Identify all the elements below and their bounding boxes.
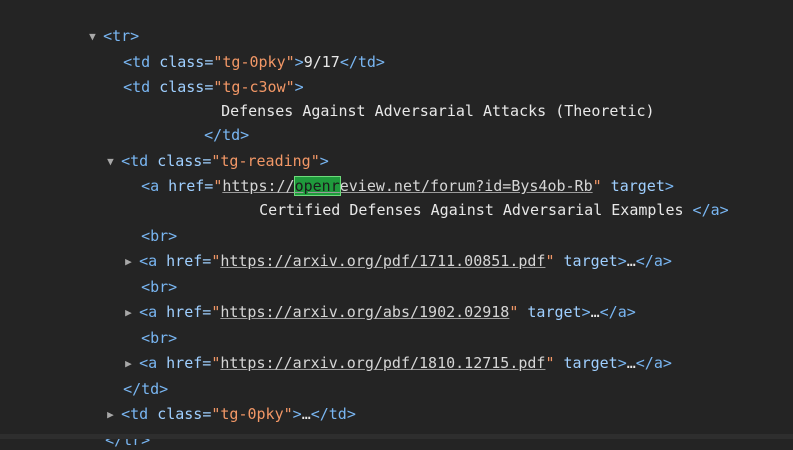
tag-bracket: > (617, 354, 627, 372)
href-link[interactable]: https://arxiv.org/pdf/1810.12715.pdf (220, 354, 545, 372)
attr-quote: " (509, 303, 519, 321)
dom-node-tr[interactable]: ▼ <tr> (71, 6, 139, 45)
dom-node-a-arxiv-1[interactable]: ▶ <a href="https://arxiv.org/pdf/1711.008… (107, 231, 672, 270)
attr-name: class= (157, 405, 212, 423)
text-node[interactable]: 9/17 (304, 53, 340, 71)
panel-bottom-divider (0, 434, 793, 439)
tag-bracket: > (617, 252, 627, 270)
attr-quote: " (213, 177, 223, 195)
attr-quote: " (211, 303, 221, 321)
tag-close: </a> (599, 303, 636, 321)
attr-quote: " (211, 252, 221, 270)
tag-open: <td (123, 78, 160, 96)
attr-value[interactable]: tg-0pky (220, 405, 283, 423)
tag-close: </a> (635, 252, 672, 270)
href-link[interactable]: https://arxiv.org/abs/1902.02918 (220, 303, 509, 321)
tag-close-td: </td> (105, 359, 168, 398)
attr-quote: " (283, 405, 293, 423)
attr-name-target: target (554, 252, 618, 270)
attr-name-target: target (554, 354, 618, 372)
text-node[interactable]: Certified Defenses Against Adversarial E… (259, 201, 692, 219)
ellipsis[interactable]: … (302, 405, 311, 423)
tag-close: </td> (310, 405, 356, 423)
tag-bracket: > (292, 405, 302, 423)
text-node-paper-title[interactable]: Certified Defenses Against Adversarial E… (241, 180, 729, 219)
tag-close: </td> (339, 53, 385, 71)
tag-open: <a (141, 177, 169, 195)
dom-node-td-reading[interactable]: ▼ <td class="tg-reading"> (89, 131, 329, 170)
ellipsis[interactable]: … (591, 303, 600, 321)
href-link[interactable]: https://arxiv.org/pdf/1711.00851.pdf (220, 252, 545, 270)
dom-node-br[interactable]: <br> (123, 206, 177, 245)
tag-close: </a> (635, 354, 672, 372)
text-node-topic[interactable]: Defenses Against Adversarial Attacks (Th… (203, 81, 654, 120)
attr-name-target: target (518, 303, 582, 321)
attr-quote: " (211, 354, 221, 372)
ellipsis[interactable]: … (627, 354, 636, 372)
dom-node-a-arxiv-2[interactable]: ▶ <a href="https://arxiv.org/abs/1902.029… (107, 282, 636, 321)
dom-node-a-arxiv-3[interactable]: ▶ <a href="https://arxiv.org/pdf/1810.127… (107, 333, 672, 372)
text-node[interactable]: Defenses Against Adversarial Attacks (Th… (221, 102, 654, 120)
tag-close: </a> (692, 201, 729, 219)
dom-node-a-openreview[interactable]: <a href="https://openreview.net/forum?id… (123, 156, 674, 196)
attr-name: href= (168, 177, 214, 195)
dom-node-td-date[interactable]: <td class="tg-0pky">9/17</td> (105, 32, 385, 71)
dom-node-td-collapsed[interactable]: ▶ <td class="tg-0pky">…</td> (89, 384, 356, 423)
expand-toggle-icon[interactable]: ▼ (107, 152, 121, 172)
expand-toggle-icon[interactable]: ▼ (89, 27, 103, 47)
tag-close-td: </td> (186, 105, 249, 144)
dom-node-br[interactable]: <br> (123, 257, 177, 296)
tag-bracket: > (581, 303, 591, 321)
dom-node-td-topic[interactable]: <td class="tg-c3ow"> (105, 57, 304, 96)
tag-close-tr: </tr> (87, 410, 150, 449)
dom-node-br[interactable]: <br> (123, 308, 177, 347)
ellipsis[interactable]: … (627, 252, 636, 270)
attr-name: href= (166, 354, 212, 372)
